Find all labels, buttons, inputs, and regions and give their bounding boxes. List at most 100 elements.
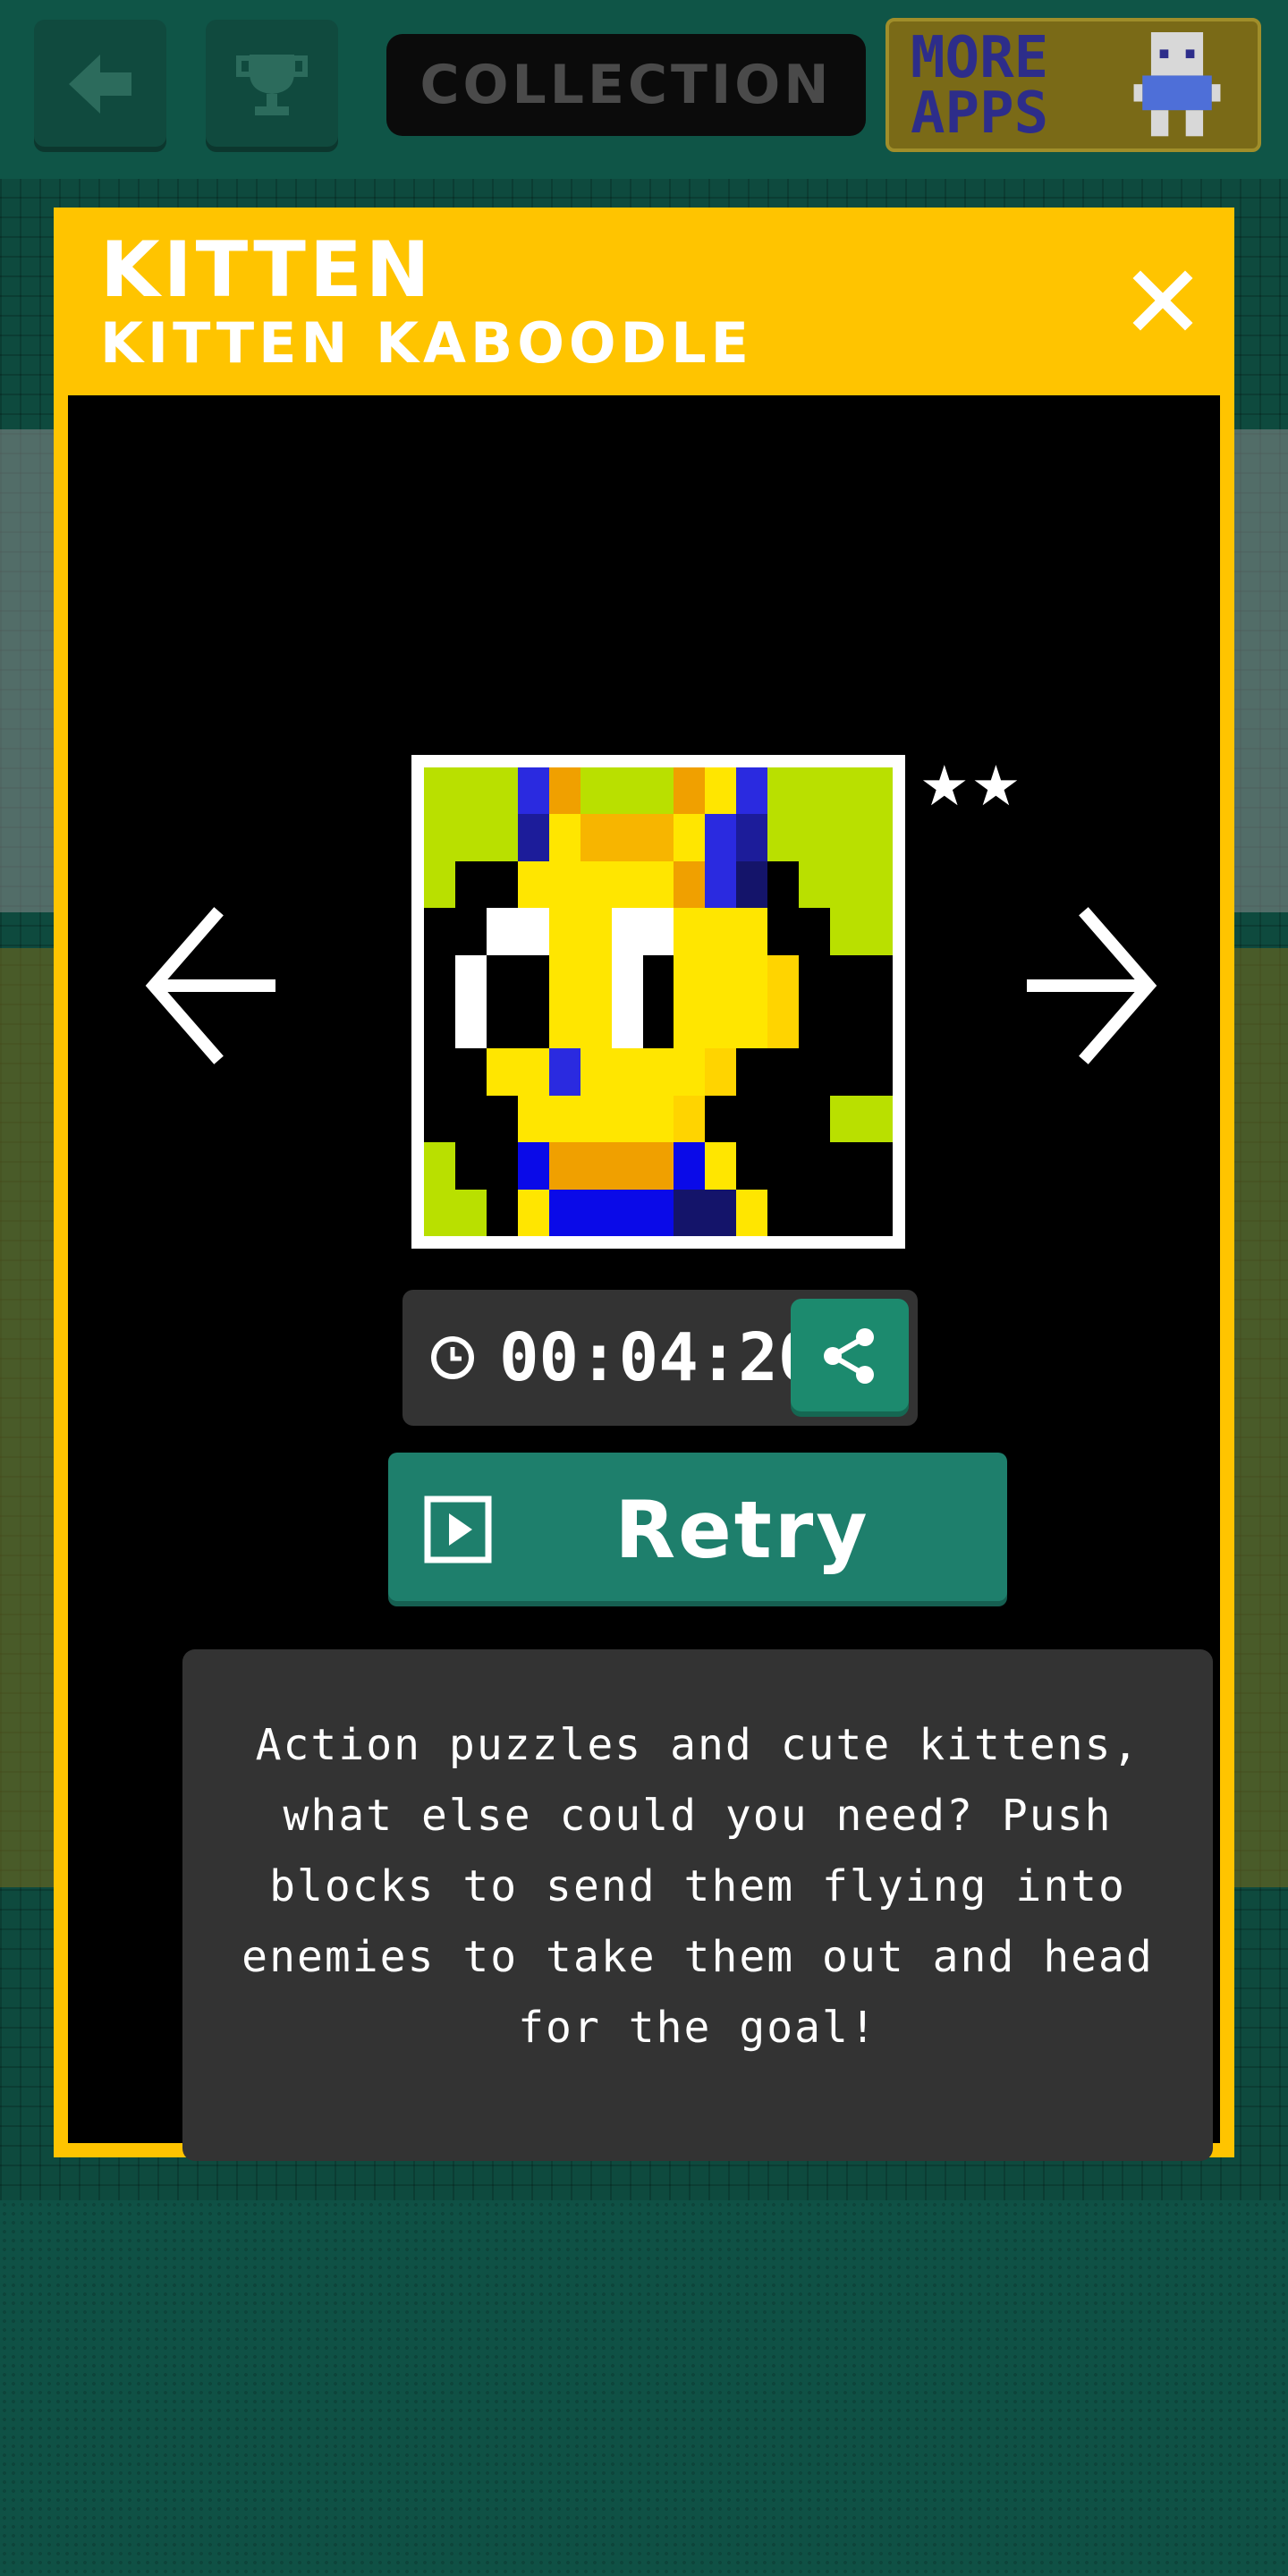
pixel-cell — [674, 954, 706, 1002]
more-apps-label: MORE APPS — [911, 25, 1049, 147]
pixel-cell — [548, 954, 580, 1002]
background-panel-right — [1225, 429, 1288, 912]
pixel-cell — [486, 1095, 518, 1143]
pixel-cell — [830, 814, 862, 861]
pixel-cell — [674, 860, 706, 909]
pixel-cell — [642, 1189, 674, 1236]
pixel-cell — [580, 1189, 612, 1236]
pixel-cell — [454, 1189, 487, 1236]
pixel-cell — [548, 1142, 580, 1190]
retry-button[interactable]: Retry — [388, 1453, 1007, 1606]
pixel-cell — [767, 1142, 800, 1190]
pixel-cell — [767, 814, 800, 861]
pixel-cell — [674, 814, 706, 861]
pixel-cell — [454, 1002, 487, 1049]
pixel-cell — [517, 908, 549, 955]
pixel-cell — [767, 954, 800, 1002]
modal-subtitle: KITTEN KABOODLE — [100, 310, 753, 376]
pixel-cell — [705, 908, 737, 955]
pixel-cell — [486, 1002, 518, 1049]
pixel-cell — [611, 1189, 643, 1236]
pixel-cell — [486, 1048, 518, 1096]
pixel-cell — [799, 1002, 831, 1049]
description-panel: Action puzzles and cute kittens, what el… — [182, 1649, 1213, 2161]
pixel-cell — [611, 860, 643, 909]
pixel-cell — [799, 1189, 831, 1236]
pixel-cell — [454, 767, 487, 815]
pixel-cell — [830, 954, 862, 1002]
pixel-cell — [424, 1048, 455, 1096]
pixel-cell — [799, 1048, 831, 1096]
pixel-cell — [548, 1095, 580, 1143]
pixel-cell — [830, 767, 862, 815]
pixel-cell — [548, 1048, 580, 1096]
pixel-cell — [548, 860, 580, 909]
pixel-cell — [548, 1002, 580, 1049]
arrow-right-icon — [1016, 907, 1159, 1070]
pixel-cell — [830, 1189, 862, 1236]
pixel-cell — [454, 1142, 487, 1190]
pixel-cell — [517, 954, 549, 1002]
pixel-cell — [611, 1048, 643, 1096]
pixel-cell — [830, 1142, 862, 1190]
pixel-cell — [454, 1048, 487, 1096]
pixel-cell — [736, 1142, 768, 1190]
modal-title: KITTEN — [100, 225, 434, 315]
play-icon — [424, 1496, 492, 1563]
pixel-cell — [642, 908, 674, 955]
close-button[interactable] — [1118, 258, 1208, 347]
game-detail-modal: KITTEN KITTEN KABOODLE ★★ 00:04:20 Retry… — [54, 208, 1234, 2161]
pixel-cell — [736, 1048, 768, 1096]
pixel-cell — [861, 954, 893, 1002]
robot-icon — [1132, 32, 1222, 145]
pixel-cell — [767, 860, 800, 909]
pixel-cell — [674, 1095, 706, 1143]
pixel-cell — [861, 1002, 893, 1049]
pixel-cell — [424, 767, 455, 815]
pixel-cell — [580, 1142, 612, 1190]
pixel-cell — [705, 814, 737, 861]
pixel-cell — [517, 1095, 549, 1143]
pixel-cell — [642, 814, 674, 861]
pixel-cell — [674, 1002, 706, 1049]
pixel-cell — [861, 1095, 893, 1143]
pixel-cell — [767, 908, 800, 955]
pixel-cell — [548, 767, 580, 815]
trophy-button[interactable] — [206, 20, 338, 152]
pixel-cell — [454, 954, 487, 1002]
pixel-cell — [830, 1048, 862, 1096]
modal-body: ★★ 00:04:20 Retry Action puzzles and cut… — [68, 395, 1220, 2161]
modal-header: KITTEN KITTEN KABOODLE — [54, 208, 1234, 395]
next-button[interactable] — [1016, 905, 1159, 1066]
collection-title: COLLECTION — [386, 34, 866, 136]
previous-button[interactable] — [143, 905, 286, 1066]
pixel-cell — [611, 1095, 643, 1143]
pixel-cell — [705, 860, 737, 909]
pixel-cell — [861, 908, 893, 955]
pixel-cell — [517, 1002, 549, 1049]
pixel-cell — [424, 1142, 455, 1190]
pixel-cell — [611, 954, 643, 1002]
pixel-cell — [861, 1048, 893, 1096]
pixel-cell — [486, 767, 518, 815]
back-button[interactable] — [34, 20, 166, 152]
pixel-cell — [424, 814, 455, 861]
pixel-cell — [486, 1142, 518, 1190]
pixel-cell — [705, 1142, 737, 1190]
pixel-cell — [486, 908, 518, 955]
pixel-cell — [517, 814, 549, 861]
pixel-cell — [424, 1002, 455, 1049]
pixel-cell — [799, 860, 831, 909]
background-card-right — [1225, 948, 1288, 1887]
pixel-cell — [674, 1048, 706, 1096]
more-apps-button[interactable]: MORE APPS — [886, 18, 1261, 152]
pixel-cell — [580, 1095, 612, 1143]
game-thumbnail — [411, 755, 905, 1249]
share-button[interactable] — [791, 1299, 909, 1417]
pixel-cell — [642, 954, 674, 1002]
pixel-cell — [424, 908, 455, 955]
pixel-cell — [799, 767, 831, 815]
pixel-cell — [424, 1095, 455, 1143]
pixel-cell — [548, 1189, 580, 1236]
pixel-cell — [611, 908, 643, 955]
